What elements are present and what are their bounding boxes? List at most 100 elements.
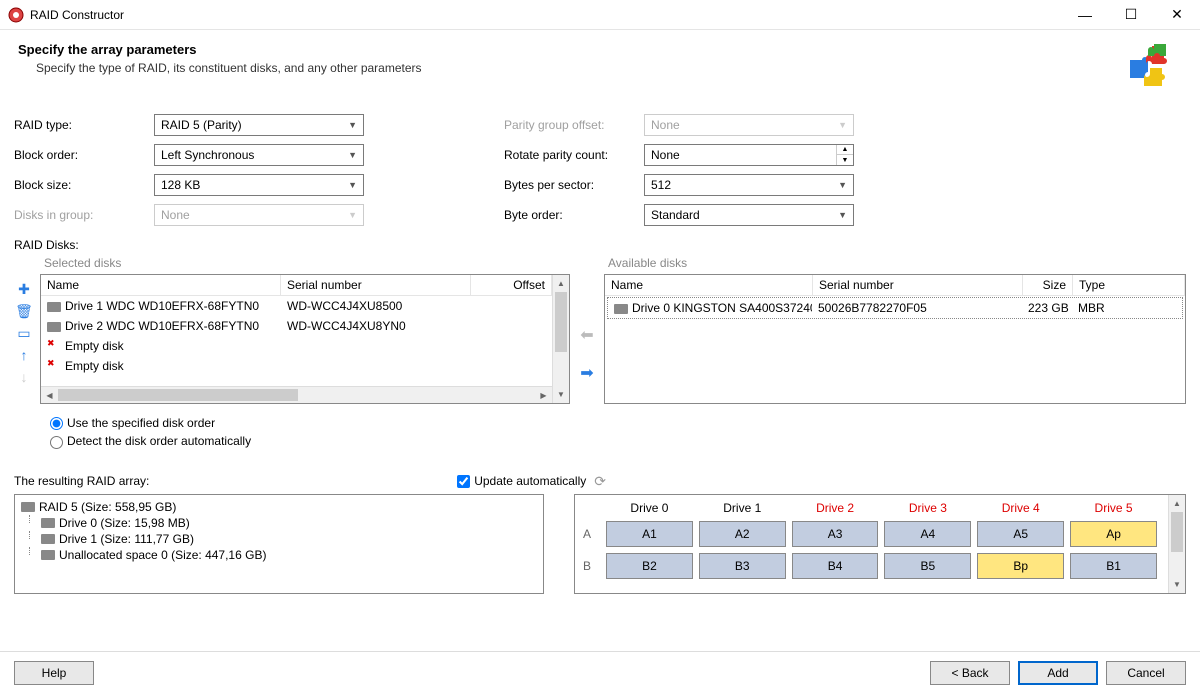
selected-disks-table[interactable]: Name Serial number Offset Drive 1 WDC WD… (40, 274, 570, 404)
col-offset[interactable]: Offset (471, 275, 552, 295)
page-header: Specify the array parameters Specify the… (0, 30, 1200, 98)
block-cell: A5 (977, 521, 1064, 547)
table-row[interactable]: Empty disk (41, 356, 552, 376)
page-subtitle: Specify the type of RAID, its constituen… (18, 61, 1124, 75)
grid-head: Drive 4 (974, 501, 1067, 515)
block-cell-parity: Bp (977, 553, 1064, 579)
titlebar: RAID Constructor — ☐ ✕ (0, 0, 1200, 30)
tree-node[interactable]: Unallocated space 0 (Size: 447,16 GB) (21, 547, 537, 563)
block-cell: B1 (1070, 553, 1157, 579)
empty-icon (47, 360, 61, 370)
bytes-sector-select[interactable]: 512▼ (644, 174, 854, 196)
chevron-down-icon: ▼ (838, 210, 847, 220)
drive-icon (47, 322, 61, 332)
drive-icon (614, 304, 628, 314)
disk-order-radios: Use the specified disk order Detect the … (0, 404, 1200, 455)
row-label: B (583, 553, 603, 579)
raid-type-select[interactable]: RAID 5 (Parity)▼ (154, 114, 364, 136)
block-cell-parity: Ap (1070, 521, 1157, 547)
available-disks-label: Available disks (604, 254, 1186, 274)
col-name[interactable]: Name (41, 275, 281, 295)
drive-icon (41, 550, 55, 560)
maximize-button[interactable]: ☐ (1108, 0, 1154, 30)
grid-head: Drive 3 (881, 501, 974, 515)
block-cell: B4 (792, 553, 879, 579)
result-tree[interactable]: RAID 5 (Size: 558,95 GB) Drive 0 (Size: … (14, 494, 544, 594)
minimize-button[interactable]: — (1062, 0, 1108, 30)
block-cell: A3 (792, 521, 879, 547)
selected-disks-label: Selected disks (40, 254, 570, 274)
footer: Help < Back Add Cancel (0, 651, 1200, 693)
cancel-button[interactable]: Cancel (1106, 661, 1186, 685)
col-type[interactable]: Type (1073, 275, 1185, 295)
add-disk-icon[interactable]: ✚ (15, 280, 33, 298)
delete-disk-icon[interactable]: 🗑 (15, 302, 33, 320)
drive-icon (21, 502, 35, 512)
close-button[interactable]: ✕ (1154, 0, 1200, 30)
select-all-icon[interactable]: ▭ (15, 324, 33, 342)
drive-icon (47, 302, 61, 312)
spin-up-icon[interactable]: ▲ (837, 145, 853, 155)
tree-root[interactable]: RAID 5 (Size: 558,95 GB) (21, 499, 537, 515)
chevron-down-icon: ▼ (348, 180, 357, 190)
tree-node[interactable]: Drive 1 (Size: 111,77 GB) (21, 531, 537, 547)
block-cell: A1 (606, 521, 693, 547)
side-toolbar: ✚ 🗑 ▭ ↑ ↓ (14, 254, 34, 404)
block-cell: B3 (699, 553, 786, 579)
block-size-label: Block size: (14, 178, 154, 192)
col-name[interactable]: Name (605, 275, 813, 295)
block-order-label: Block order: (14, 148, 154, 162)
table-row[interactable]: Drive 2 WDC WD10EFRX-68FYTN0WD-WCC4J4XU8… (41, 316, 552, 336)
add-button[interactable]: Add (1018, 661, 1098, 685)
col-size[interactable]: Size (1023, 275, 1073, 295)
back-button[interactable]: < Back (930, 661, 1010, 685)
h-scrollbar[interactable]: ◀▶ (41, 386, 552, 403)
v-scrollbar[interactable]: ▲▼ (552, 275, 569, 403)
move-left-icon: ⬅ (580, 325, 593, 345)
v-scrollbar[interactable]: ▲▼ (1168, 495, 1185, 593)
radio-detect-order[interactable]: Detect the disk order automatically (50, 432, 1186, 450)
byte-order-select[interactable]: Standard▼ (644, 204, 854, 226)
col-serial[interactable]: Serial number (281, 275, 471, 295)
table-row[interactable]: Empty disk (41, 336, 552, 356)
available-disks-table[interactable]: Name Serial number Size Type Drive 0 KIN… (604, 274, 1186, 404)
disks-in-group-select: None▼ (154, 204, 364, 226)
radio-specified-order[interactable]: Use the specified disk order (50, 414, 1186, 432)
block-layout-grid: Drive 0 Drive 1 Drive 2 Drive 3 Drive 4 … (574, 494, 1186, 594)
block-order-select[interactable]: Left Synchronous▼ (154, 144, 364, 166)
raid-disks-label: RAID Disks: (0, 234, 1200, 252)
move-right-icon[interactable]: ➡ (580, 363, 593, 383)
window-title: RAID Constructor (30, 8, 1062, 22)
update-auto-checkbox[interactable]: Update automatically⟳ (457, 473, 606, 490)
block-cell: B2 (606, 553, 693, 579)
puzzle-icon (1124, 42, 1172, 90)
grid-head: Drive 1 (696, 501, 789, 515)
chevron-down-icon: ▼ (838, 180, 847, 190)
grid-head: Drive 5 (1067, 501, 1160, 515)
byte-order-label: Byte order: (504, 208, 644, 222)
parity-offset-select: None▼ (644, 114, 854, 136)
col-serial[interactable]: Serial number (813, 275, 1023, 295)
rotate-parity-label: Rotate parity count: (504, 148, 644, 162)
table-row[interactable]: Drive 1 WDC WD10EFRX-68FYTN0WD-WCC4J4XU8… (41, 296, 552, 316)
move-up-icon[interactable]: ↑ (15, 346, 33, 364)
table-row[interactable]: Drive 0 KINGSTON SA400S37240G50026B77822… (607, 297, 1183, 319)
params-grid: RAID type: RAID 5 (Parity)▼ Parity group… (0, 98, 1200, 234)
block-cell: B5 (884, 553, 971, 579)
rotate-parity-spinner[interactable]: None▲▼ (644, 144, 854, 166)
grid-head: Drive 2 (789, 501, 882, 515)
spin-down-icon[interactable]: ▼ (837, 155, 853, 165)
result-label: The resulting RAID array: (14, 474, 149, 488)
chevron-down-icon: ▼ (838, 120, 847, 130)
block-cell: A2 (699, 521, 786, 547)
help-button[interactable]: Help (14, 661, 94, 685)
parity-offset-label: Parity group offset: (504, 118, 644, 132)
bytes-sector-label: Bytes per sector: (504, 178, 644, 192)
raid-type-label: RAID type: (14, 118, 154, 132)
block-size-select[interactable]: 128 KB▼ (154, 174, 364, 196)
chevron-down-icon: ▼ (348, 120, 357, 130)
app-icon (8, 7, 24, 23)
refresh-icon[interactable]: ⟳ (594, 473, 606, 490)
row-label: A (583, 521, 603, 547)
tree-node[interactable]: Drive 0 (Size: 15,98 MB) (21, 515, 537, 531)
